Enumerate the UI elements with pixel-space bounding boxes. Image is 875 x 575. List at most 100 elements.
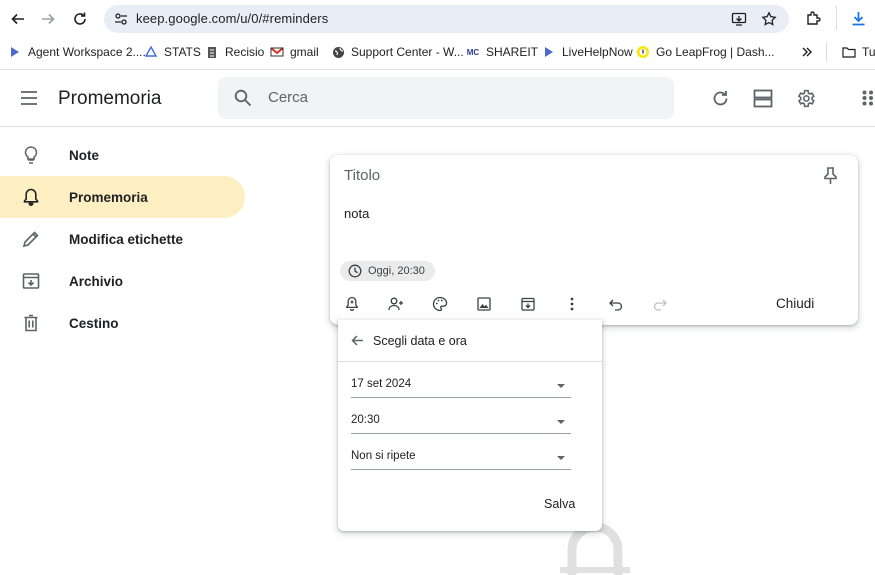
search-icon[interactable] [234,89,252,107]
remind-me-icon[interactable] [344,296,360,312]
trash-icon [24,314,38,332]
picker-header: Scegli data e ora [338,320,602,362]
forward-arrow-icon [42,13,55,25]
bookmark-label: gmail [290,45,319,59]
archive-icon [22,273,40,289]
note-title-input[interactable]: Titolo [344,167,380,184]
note-editor[interactable]: Titolo nota Oggi, 20:30 Chiudi [330,155,858,325]
gmail-bookmark-icon [270,45,284,59]
browser-chrome: keep.google.com/u/0/#reminders Agent Wor… [0,0,875,70]
bookmarks-bar: Agent Workspace 2.... STATS Recisio gmai… [0,40,875,64]
page-title: Promemoria [58,88,162,109]
settings-gear-icon[interactable] [795,88,816,109]
sidebar-item-label: Archivio [69,273,124,289]
bookmark-item[interactable]: MC SHAREIT [466,44,538,60]
date-select[interactable]: 17 set 2024 [351,376,571,398]
collaborator-icon[interactable] [388,296,404,312]
close-button[interactable]: Chiudi [776,296,814,311]
bookmark-label: SHAREIT [486,45,539,59]
date-value: 17 set 2024 [351,378,412,390]
bookmark-label: Agent Workspace 2.... [28,45,146,59]
sidebar-item-modifica-etichette[interactable]: Modifica etichette [0,218,245,260]
bookmark-label: STATS [164,45,201,59]
apps-grid-icon[interactable] [862,90,875,106]
time-select[interactable]: 20:30 [351,412,571,434]
list-view-icon[interactable] [753,89,773,108]
bookmark-folder-label: Tu [862,45,875,59]
sidebar-item-cestino[interactable]: Cestino [0,302,245,344]
save-button[interactable]: Salva [544,497,575,511]
download-icon[interactable] [850,10,867,27]
reminder-chip-label: Oggi, 20:30 [368,265,425,277]
picker-title: Scegli data e ora [373,334,467,348]
sidebar-item-label: Promemoria [69,189,148,205]
leapfrog-bookmark-icon [636,45,650,59]
forward-button[interactable] [38,9,58,29]
app-header: Promemoria Cerca [0,70,875,127]
folder-icon [842,45,856,59]
sidebar-item-label: Cestino [69,315,119,331]
bookmark-star-icon[interactable] [761,11,777,27]
arrow-bookmark-icon [542,45,556,59]
pencil-icon [22,231,39,248]
reminder-picker-popup: Scegli data e ora 17 set 2024 20:30 Non … [338,320,602,531]
main-menu-icon[interactable] [20,90,38,106]
site-info-icon[interactable] [114,12,128,26]
search-input[interactable]: Cerca [268,89,308,106]
back-button[interactable] [8,9,28,29]
reload-icon [74,12,86,25]
note-body-input[interactable]: nota [344,206,369,221]
bookmark-label: Support Center - W... [351,45,464,59]
more-options-icon[interactable] [564,296,580,312]
doc-bookmark-icon [205,45,219,59]
add-image-icon[interactable] [476,296,492,312]
undo-icon[interactable] [608,296,624,312]
sidebar-item-promemoria[interactable]: Promemoria [0,176,245,218]
reminder-chip[interactable]: Oggi, 20:30 [340,261,435,281]
arrow-bookmark-icon [8,45,22,59]
bookmark-item[interactable]: Agent Workspace 2.... [8,44,146,60]
lightbulb-icon [24,146,38,164]
back-arrow-icon[interactable] [351,334,364,347]
redo-icon[interactable] [652,296,668,312]
bookmark-label: Recisio [225,45,265,59]
refresh-icon[interactable] [711,89,730,108]
chevron-down-icon [557,420,565,424]
reload-button[interactable] [70,9,90,29]
search-bar[interactable]: Cerca [218,77,674,119]
bookmarks-separator [826,42,827,62]
palette-icon[interactable] [432,296,448,312]
time-value: 20:30 [351,414,380,426]
browser-toolbar: keep.google.com/u/0/#reminders [0,0,875,38]
extensions-icon[interactable] [805,10,822,27]
toolbar-separator [836,6,837,30]
bell-icon [23,188,39,206]
pin-icon[interactable] [822,166,839,185]
bookmarks-overflow-icon[interactable] [801,46,813,58]
back-arrow-icon [11,13,24,25]
globe-bookmark-icon [331,45,345,59]
archive-note-icon[interactable] [520,296,536,312]
bookmark-item[interactable]: Go LeapFrog | Dash... [636,44,775,60]
chevron-down-icon [557,384,565,388]
sidebar-item-note[interactable]: Note [0,134,245,176]
bookmark-label: Go LeapFrog | Dash... [656,45,775,59]
chevron-down-icon [557,456,565,460]
url-text[interactable]: keep.google.com/u/0/#reminders [136,11,328,26]
repeat-value: Non si ripete [351,450,416,462]
install-app-icon[interactable] [731,11,747,27]
repeat-select[interactable]: Non si ripete [351,448,571,470]
clock-icon [348,264,362,278]
bookmark-item[interactable]: STATS [144,44,201,60]
mc-bookmark-icon: MC [466,47,480,57]
address-bar[interactable]: keep.google.com/u/0/#reminders [104,5,789,33]
bookmark-item[interactable]: gmail [270,44,319,60]
sidebar-item-label: Note [69,147,99,163]
bookmark-item[interactable]: Recisio [205,44,264,60]
bookmark-item[interactable]: LiveHelpNow [542,44,633,60]
sidebar-item-archivio[interactable]: Archivio [0,260,245,302]
bookmark-folder[interactable]: Tu [842,44,875,60]
bookmark-item[interactable]: Support Center - W... [331,44,464,60]
sidebar-item-label: Modifica etichette [69,231,184,247]
triangle-bookmark-icon [144,45,158,59]
